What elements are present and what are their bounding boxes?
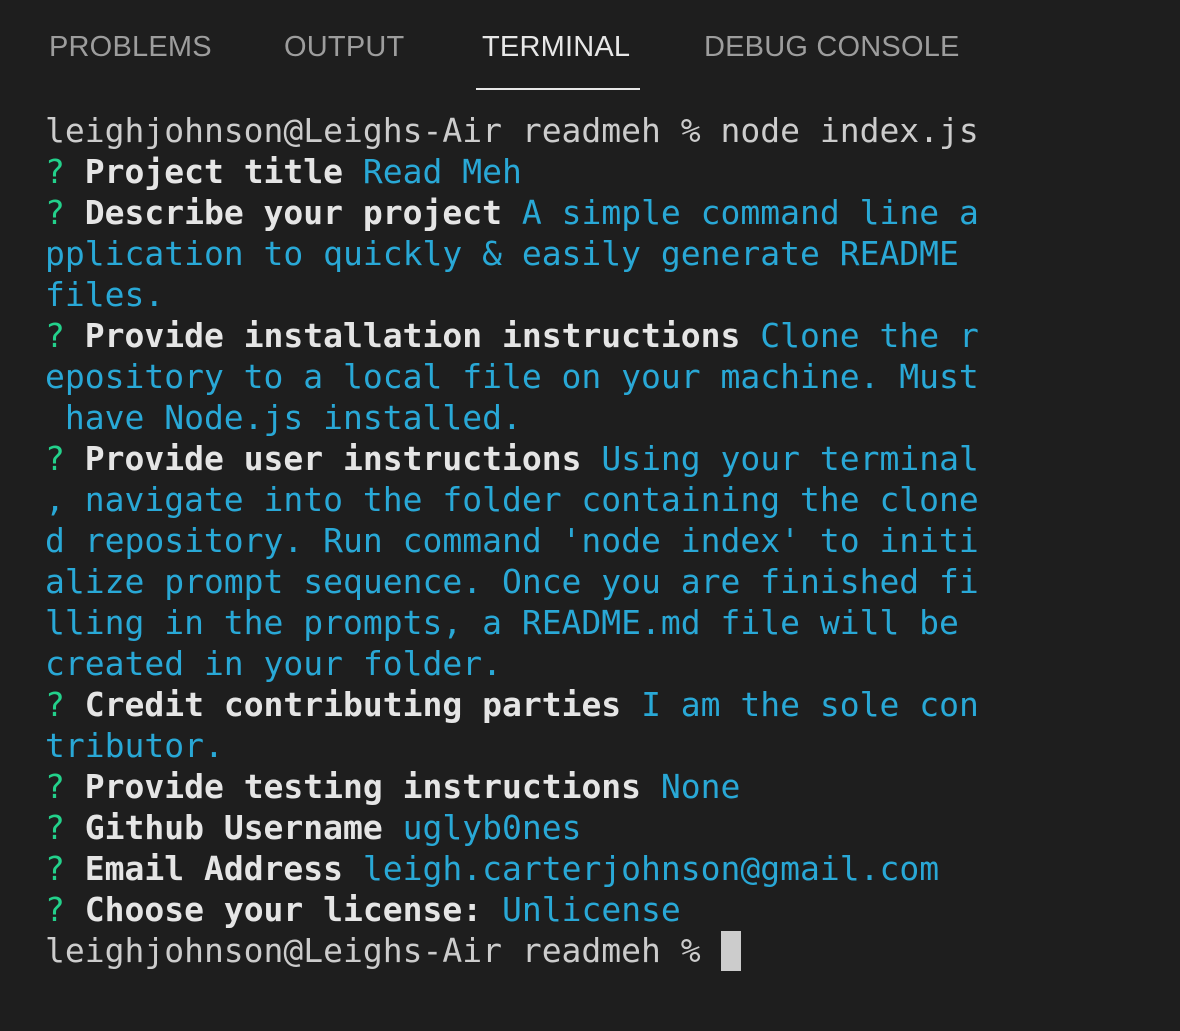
question-mark-icon: ? bbox=[45, 808, 85, 847]
command-line: leighjohnson@Leighs-Air readmeh % node i… bbox=[45, 111, 979, 150]
prompt-line: ? Github Username uglyb0nes bbox=[45, 807, 1045, 848]
prompt-answer: alize prompt sequence. Once you are fini… bbox=[45, 562, 979, 601]
final-prompt: leighjohnson@Leighs-Air readmeh % bbox=[45, 931, 721, 970]
prompt-answer: pplication to quickly & easily generate … bbox=[45, 234, 959, 273]
prompt-question: Email Address bbox=[84, 849, 344, 888]
answer-continuation-line: pplication to quickly & easily generate … bbox=[45, 233, 1045, 274]
question-mark-icon: ? bbox=[45, 316, 85, 355]
prompt-question: Credit contributing parties bbox=[84, 685, 622, 724]
prompt-line: ? Provide testing instructions None bbox=[45, 766, 1045, 807]
question-mark-icon: ? bbox=[45, 152, 85, 191]
answer-continuation-line: d repository. Run command 'node index' t… bbox=[45, 520, 1045, 561]
prompt-line: ? Provide user instructions Using your t… bbox=[45, 438, 1045, 479]
prompt-line: ? Provide installation instructions Clon… bbox=[45, 315, 1045, 356]
prompt-question: Provide installation instructions bbox=[84, 316, 741, 355]
prompt-answer: A simple command line a bbox=[521, 193, 979, 232]
prompt-line: ? Credit contributing parties I am the s… bbox=[45, 684, 1045, 725]
tab-debug-console[interactable]: DEBUG CONSOLE bbox=[704, 27, 960, 67]
prompt-line: ? Project title Read Meh bbox=[45, 151, 1045, 192]
question-mark-icon: ? bbox=[45, 193, 85, 232]
question-mark-icon: ? bbox=[45, 685, 85, 724]
tab-output[interactable]: OUTPUT bbox=[284, 27, 404, 67]
prompt-answer: Clone the r bbox=[760, 316, 979, 355]
tab-problems[interactable]: PROBLEMS bbox=[49, 27, 212, 67]
prompt-answer: leigh.carterjohnson@gmail.com bbox=[362, 849, 940, 888]
question-mark-icon: ? bbox=[45, 439, 85, 478]
prompt-answer: created in your folder. bbox=[45, 644, 502, 683]
prompt-answer: None bbox=[660, 767, 741, 806]
prompt-line: ? Email Address leigh.carterjohnson@gmai… bbox=[45, 848, 1045, 889]
answer-continuation-line: epository to a local file on your machin… bbox=[45, 356, 1045, 397]
prompt-question: Provide user instructions bbox=[84, 439, 582, 478]
prompt-answer: files. bbox=[45, 275, 165, 314]
question-mark-icon: ? bbox=[45, 767, 85, 806]
prompt-question: Choose your license: bbox=[84, 890, 483, 929]
prompt-answer: tributor. bbox=[45, 726, 224, 765]
prompt-answer: Unlicense bbox=[501, 890, 681, 929]
prompt-answer: lling in the prompts, a README.md file w… bbox=[45, 603, 959, 642]
text-cursor bbox=[720, 931, 741, 971]
prompt-answer: I am the sole con bbox=[641, 685, 979, 724]
prompt-question: Describe your project bbox=[84, 193, 502, 232]
answer-continuation-line: , navigate into the folder containing th… bbox=[45, 479, 1045, 520]
answer-continuation-line: alize prompt sequence. Once you are fini… bbox=[45, 561, 1045, 602]
panel-tab-bar: PROBLEMS OUTPUT TERMINAL DEBUG CONSOLE bbox=[0, 0, 1180, 92]
answer-continuation-line: files. bbox=[45, 274, 1045, 315]
prompt-list: ? Project title Read Meh? Describe your … bbox=[45, 151, 1045, 930]
prompt-line: ? Choose your license: Unlicense bbox=[45, 889, 1045, 930]
prompt-question: Project title bbox=[84, 152, 344, 191]
prompt-answer: , navigate into the folder containing th… bbox=[45, 480, 979, 519]
terminal-panel: PROBLEMS OUTPUT TERMINAL DEBUG CONSOLE l… bbox=[0, 0, 1180, 1031]
answer-continuation-line: created in your folder. bbox=[45, 643, 1045, 684]
answer-continuation-line: have Node.js installed. bbox=[45, 397, 1045, 438]
prompt-line: ? Describe your project A simple command… bbox=[45, 192, 1045, 233]
prompt-question: Github Username bbox=[84, 808, 383, 847]
final-prompt-line: leighjohnson@Leighs-Air readmeh % bbox=[45, 930, 1045, 971]
question-mark-icon: ? bbox=[45, 890, 85, 929]
prompt-answer: epository to a local file on your machin… bbox=[45, 357, 979, 396]
prompt-question: Provide testing instructions bbox=[84, 767, 642, 806]
answer-continuation-line: tributor. bbox=[45, 725, 1045, 766]
question-mark-icon: ? bbox=[45, 849, 85, 888]
active-tab-indicator bbox=[476, 88, 640, 90]
prompt-answer: d repository. Run command 'node index' t… bbox=[45, 521, 979, 560]
prompt-answer: uglyb0nes bbox=[402, 808, 582, 847]
prompt-answer: Using your terminal bbox=[601, 439, 979, 478]
prompt-answer: have Node.js installed. bbox=[45, 398, 522, 437]
answer-continuation-line: lling in the prompts, a README.md file w… bbox=[45, 602, 1045, 643]
terminal-output[interactable]: leighjohnson@Leighs-Air readmeh % node i… bbox=[45, 110, 1045, 1000]
tab-terminal[interactable]: TERMINAL bbox=[482, 27, 630, 67]
prompt-answer: Read Meh bbox=[362, 152, 522, 191]
